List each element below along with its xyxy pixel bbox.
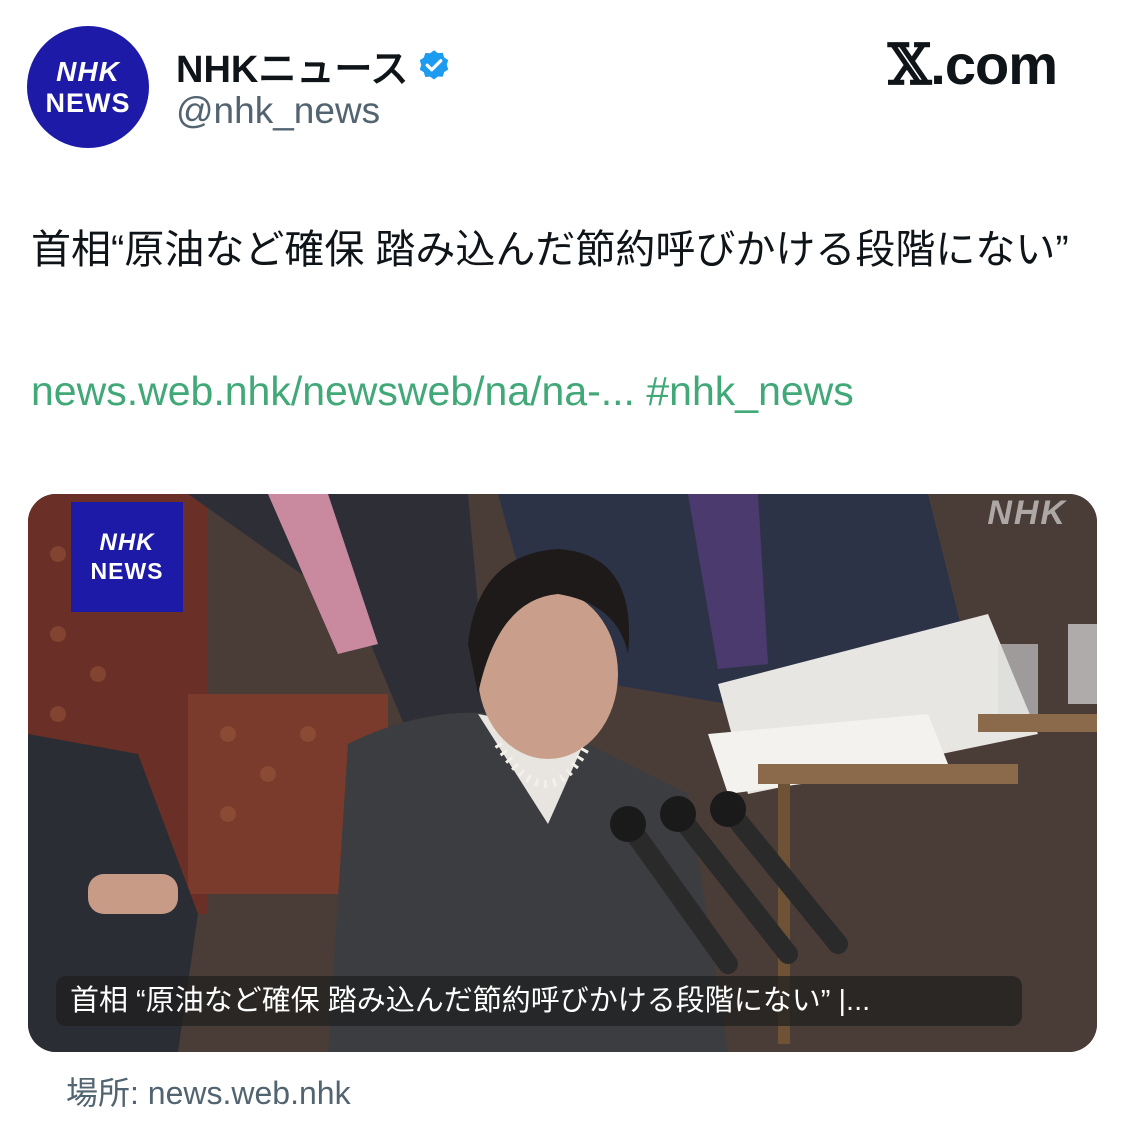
hashtag-link[interactable]: #nhk_news [646, 368, 853, 414]
verified-badge-icon [420, 49, 449, 79]
article-link[interactable]: news.web.nhk/newsweb/na/na-... [31, 368, 635, 414]
card-nhk-logo: NHK NEWS [71, 502, 183, 612]
nhk-watermark: NHK [987, 494, 1067, 532]
link-card-image[interactable]: NHK NEWS NHK 首相 “原油など確保 踏み込んだ節約呼びかける段階にな… [28, 494, 1097, 1052]
avatar-text-news: NEWS [45, 87, 131, 118]
card-logo-text-nhk: NHK [99, 529, 155, 556]
avatar[interactable]: NHK NEWS [27, 26, 149, 148]
author-name-row: NHKニュース [176, 38, 452, 93]
brand-suffix: .com [930, 33, 1058, 96]
press-photo [28, 494, 1097, 1052]
display-name[interactable]: NHKニュース [176, 38, 408, 93]
avatar-text-nhk: NHK [56, 55, 120, 87]
x-com-logo: 𝕏.com [887, 32, 1058, 98]
link-source[interactable]: 場所: news.web.nhk [66, 1068, 351, 1114]
author-handle[interactable]: @nhk_news [176, 90, 380, 132]
x-logo-icon: 𝕏 [887, 32, 931, 98]
card-caption: 首相 “原油など確保 踏み込んだ節約呼びかける段階にない” |... [56, 976, 1022, 1026]
card-logo-text-news: NEWS [90, 558, 164, 584]
tweet-links: news.web.nhk/newsweb/na/na-... #nhk_news [31, 368, 854, 415]
tweet-text: 首相“原油など確保 踏み込んだ節約呼びかける段階にない” [31, 228, 1069, 272]
